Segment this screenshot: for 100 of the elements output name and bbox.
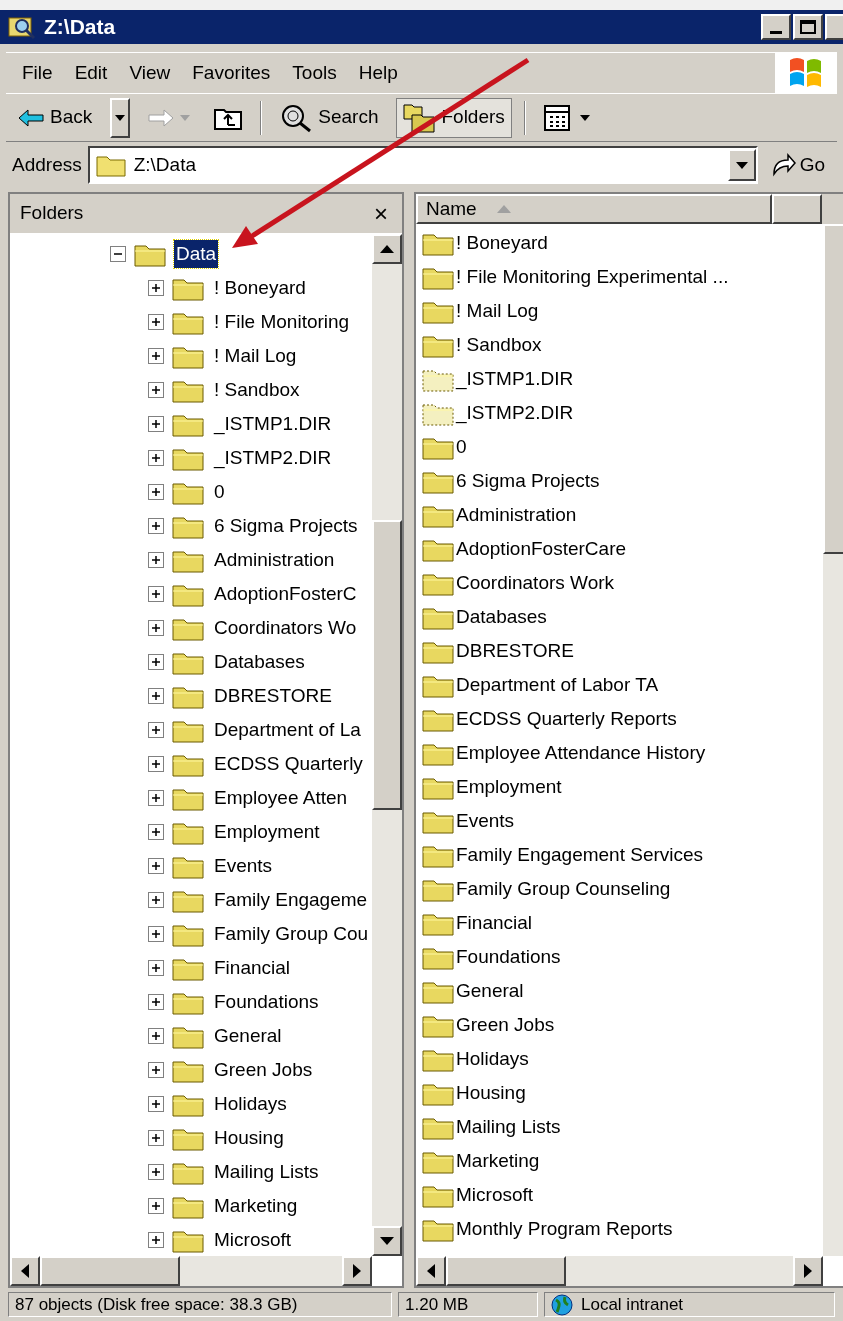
tree-item[interactable]: _ISTMP2.DIR bbox=[212, 443, 334, 473]
maximize-button[interactable] bbox=[793, 14, 823, 40]
tree-item[interactable]: _ISTMP1.DIR bbox=[212, 409, 334, 439]
tree-item[interactable]: Coordinators Wo bbox=[212, 613, 359, 643]
back-button[interactable]: Back bbox=[12, 97, 99, 138]
scroll-thumb[interactable] bbox=[372, 520, 402, 810]
file-name[interactable]: ! Mail Log bbox=[456, 296, 539, 326]
tree-item[interactable]: Events bbox=[212, 851, 275, 881]
tree-item[interactable]: Financial bbox=[212, 953, 293, 983]
tree-item[interactable]: General bbox=[212, 1021, 284, 1051]
expand-icon[interactable] bbox=[148, 654, 164, 670]
search-button[interactable]: Search bbox=[274, 97, 385, 138]
column-header[interactable] bbox=[772, 194, 822, 224]
expand-icon[interactable] bbox=[148, 688, 164, 704]
file-name[interactable]: Coordinators Work bbox=[456, 568, 615, 598]
menu-item[interactable]: View bbox=[119, 54, 181, 92]
expand-icon[interactable] bbox=[148, 960, 164, 976]
expand-icon[interactable] bbox=[148, 620, 164, 636]
file-name[interactable]: Holidays bbox=[456, 1044, 529, 1074]
expand-icon[interactable] bbox=[148, 756, 164, 772]
tree-item[interactable]: Marketing bbox=[212, 1191, 300, 1221]
column-header[interactable]: Name bbox=[416, 194, 772, 224]
horizontal-scrollbar[interactable] bbox=[10, 1256, 372, 1286]
tree-item[interactable]: ! Boneyard bbox=[212, 273, 308, 303]
expand-icon[interactable] bbox=[148, 484, 164, 500]
scroll-thumb[interactable] bbox=[40, 1256, 180, 1286]
expand-icon[interactable] bbox=[148, 926, 164, 942]
file-name[interactable]: Monthly Program Reports bbox=[456, 1214, 673, 1244]
expand-icon[interactable] bbox=[148, 994, 164, 1010]
file-name[interactable]: _ISTMP1.DIR bbox=[456, 364, 574, 394]
expand-icon[interactable] bbox=[148, 450, 164, 466]
tree-item[interactable]: AdoptionFosterC bbox=[212, 579, 359, 609]
file-name[interactable]: Family Engagement Services bbox=[456, 840, 704, 870]
expand-icon[interactable] bbox=[148, 858, 164, 874]
file-name[interactable]: Family Group Counseling bbox=[456, 874, 671, 904]
file-name[interactable]: AdoptionFosterCare bbox=[456, 534, 627, 564]
tree-item[interactable]: ECDSS Quarterly bbox=[212, 749, 365, 779]
menu-item[interactable]: File bbox=[12, 54, 63, 92]
file-name[interactable]: _ISTMP2.DIR bbox=[456, 398, 574, 428]
close-pane-button[interactable]: × bbox=[370, 195, 392, 232]
vertical-scrollbar[interactable] bbox=[372, 234, 402, 1256]
go-button[interactable]: Go bbox=[763, 146, 831, 184]
menu-item[interactable]: Favorites bbox=[182, 54, 281, 92]
expand-icon[interactable] bbox=[148, 824, 164, 840]
expand-icon[interactable] bbox=[148, 518, 164, 534]
expand-icon[interactable] bbox=[148, 1198, 164, 1214]
file-name[interactable]: Events bbox=[456, 806, 515, 836]
expand-icon[interactable] bbox=[148, 348, 164, 364]
expand-icon[interactable] bbox=[148, 892, 164, 908]
scroll-thumb[interactable] bbox=[446, 1256, 566, 1286]
expand-icon[interactable] bbox=[148, 280, 164, 296]
expand-icon[interactable] bbox=[148, 416, 164, 432]
horizontal-scrollbar[interactable] bbox=[416, 1256, 823, 1286]
tree-item[interactable]: Administration bbox=[212, 545, 337, 575]
tree-item[interactable]: Family Group Cou bbox=[212, 919, 371, 949]
tree-item[interactable]: Holidays bbox=[212, 1089, 289, 1119]
file-name[interactable]: ! File Monitoring Experimental ... bbox=[456, 262, 729, 292]
expand-icon[interactable] bbox=[148, 722, 164, 738]
tree-item[interactable]: Employee Atten bbox=[212, 783, 350, 813]
expand-icon[interactable] bbox=[148, 1164, 164, 1180]
tree-item[interactable]: DBRESTORE bbox=[212, 681, 334, 711]
menu-item[interactable]: Edit bbox=[64, 54, 118, 92]
file-name[interactable]: Databases bbox=[456, 602, 547, 632]
file-name[interactable]: Marketing bbox=[456, 1146, 540, 1176]
tree-item[interactable]: ! Sandbox bbox=[212, 375, 302, 405]
tree-item[interactable]: Green Jobs bbox=[212, 1055, 315, 1085]
tree-item[interactable]: ! File Monitoring bbox=[212, 307, 352, 337]
file-name[interactable]: Employee Attendance History bbox=[456, 738, 706, 768]
file-name[interactable]: Department of Labor TA bbox=[456, 670, 659, 700]
tree-item[interactable]: Employment bbox=[212, 817, 322, 847]
file-name[interactable]: Green Jobs bbox=[456, 1010, 555, 1040]
tree-item[interactable]: 6 Sigma Projects bbox=[212, 511, 360, 541]
tree-item[interactable]: Family Engageme bbox=[212, 885, 370, 915]
file-name[interactable]: 0 bbox=[456, 432, 467, 462]
file-name[interactable]: Microsoft bbox=[456, 1180, 534, 1210]
menu-item[interactable]: Tools bbox=[282, 54, 347, 92]
tree-item[interactable]: Housing bbox=[212, 1123, 286, 1153]
tree-item[interactable]: Department of La bbox=[212, 715, 363, 745]
tree-item[interactable]: Mailing Lists bbox=[212, 1157, 321, 1187]
expand-icon[interactable] bbox=[148, 314, 164, 330]
expand-icon[interactable] bbox=[148, 1130, 164, 1146]
tree-item[interactable]: Databases bbox=[212, 647, 307, 677]
file-name[interactable]: ! Boneyard bbox=[456, 228, 548, 258]
tree-item[interactable]: Data bbox=[174, 239, 219, 269]
tree-item[interactable]: Microsoft bbox=[212, 1225, 294, 1255]
file-name[interactable]: Employment bbox=[456, 772, 562, 802]
file-name[interactable]: Foundations bbox=[456, 942, 561, 972]
address-field[interactable]: Z:\Data bbox=[87, 146, 758, 184]
file-name[interactable]: DBRESTORE bbox=[456, 636, 574, 666]
file-name[interactable]: Administration bbox=[456, 500, 577, 530]
dropdown-button[interactable] bbox=[110, 97, 131, 138]
expand-icon[interactable] bbox=[148, 1232, 164, 1248]
dropdown-button[interactable] bbox=[727, 149, 756, 181]
expand-icon[interactable] bbox=[148, 790, 164, 806]
file-name[interactable]: Mailing Lists bbox=[456, 1112, 561, 1142]
file-name[interactable]: Financial bbox=[456, 908, 533, 938]
file-name[interactable]: General bbox=[456, 976, 524, 1006]
menu-item[interactable]: Help bbox=[348, 54, 408, 92]
expand-icon[interactable] bbox=[148, 586, 164, 602]
minimize-button[interactable] bbox=[761, 14, 791, 40]
